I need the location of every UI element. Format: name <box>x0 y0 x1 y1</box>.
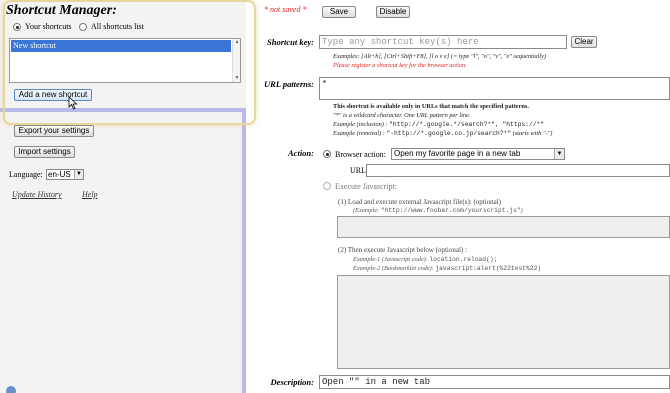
radio-your-shortcuts-label[interactable]: Your shortcuts <box>25 22 72 31</box>
js-example-2: Example-2 (Bookmarklet code): javascript… <box>353 265 542 272</box>
scroll-up-icon[interactable]: ▲ <box>233 39 241 46</box>
add-shortcut-button[interactable]: Add a new shortcut <box>14 89 92 101</box>
clear-button[interactable]: Clear <box>571 36 597 48</box>
javascript-code-textarea[interactable] <box>337 275 670 369</box>
execute-below-label: (2) Then execute Javascript below (optio… <box>338 246 467 254</box>
url-example-removal: Example (removal) : "-http://*.google.co… <box>333 130 553 137</box>
shortcut-key-examples: Examples: [Alt+h], [Ctrl+Shift+F8], [l o… <box>333 53 547 60</box>
shortcut-key-input[interactable]: Type any shortcut key(s) here <box>319 35 567 49</box>
update-history-link[interactable]: Update History <box>12 190 62 199</box>
export-settings-button[interactable]: Export your settings <box>14 125 94 137</box>
url-field[interactable] <box>366 164 670 177</box>
shortcut-list[interactable]: New shortcut ▲ ▼ <box>9 38 241 83</box>
external-js-textarea[interactable] <box>337 216 670 238</box>
not-saved-indicator: * not saved * <box>264 5 307 14</box>
radio-browser-action[interactable] <box>323 150 331 158</box>
url-note-2: "*" is a wildcard character. One URL pat… <box>333 112 471 119</box>
execute-javascript-label: Execute Javascript: <box>335 182 397 191</box>
url-note-1: This shortcut is available only in URLs … <box>333 103 529 110</box>
scroll-down-icon[interactable]: ▼ <box>233 75 241 82</box>
description-input[interactable]: Open "" in a new tab <box>319 375 670 389</box>
radio-your-shortcuts[interactable] <box>13 23 21 31</box>
chevron-down-icon[interactable]: ▼ <box>74 170 83 179</box>
language-label: Language: <box>9 170 43 179</box>
import-settings-button[interactable]: Import settings <box>14 146 75 158</box>
load-external-example: (Example: "http://www.foobar.com/yourscr… <box>353 207 523 214</box>
load-external-label: (1) Load and execute external Javascript… <box>338 198 502 206</box>
language-select[interactable]: en-US ▼ <box>46 169 84 180</box>
radio-all-shortcuts[interactable] <box>79 23 87 31</box>
status-globe-icon <box>6 386 16 393</box>
action-label: Action: <box>288 148 314 158</box>
shortcut-list-panel: Shortcut Manager: Your shortcuts All sho… <box>0 0 246 112</box>
language-select-value: en-US <box>48 170 71 179</box>
mouse-cursor-icon <box>68 96 78 110</box>
chevron-down-icon[interactable]: ▼ <box>554 149 564 159</box>
disable-button[interactable]: Disable <box>376 6 410 18</box>
shortcut-list-scrollbar[interactable]: ▲ ▼ <box>232 39 240 82</box>
url-patterns-label: URL patterns: <box>264 79 314 89</box>
url-example-inclusion: Example (inclusion) : "http://*.google.*… <box>333 121 545 128</box>
save-button[interactable]: Save <box>322 6 356 18</box>
browser-action-value: Open my favorite page in a new tab <box>394 149 521 158</box>
description-label: Description: <box>270 377 314 387</box>
url-patterns-textarea[interactable]: * <box>319 77 670 100</box>
radio-all-shortcuts-label[interactable]: All shortcuts list <box>91 22 144 31</box>
browser-action-label: Browser action: <box>335 150 386 159</box>
shortcut-key-label: Shortcut key: <box>267 37 314 47</box>
shortcut-key-warning: Please register a shortcut key for the b… <box>333 62 467 69</box>
help-link[interactable]: Help <box>82 190 98 199</box>
js-example-1: Example-1 (Javascript code): location.re… <box>353 256 498 263</box>
browser-action-select[interactable]: Open my favorite page in a new tab ▼ <box>391 148 565 160</box>
sidebar-title: Shortcut Manager: <box>6 3 117 18</box>
shortcut-list-item-selected[interactable]: New shortcut <box>11 40 231 52</box>
radio-execute-javascript[interactable] <box>323 182 331 190</box>
